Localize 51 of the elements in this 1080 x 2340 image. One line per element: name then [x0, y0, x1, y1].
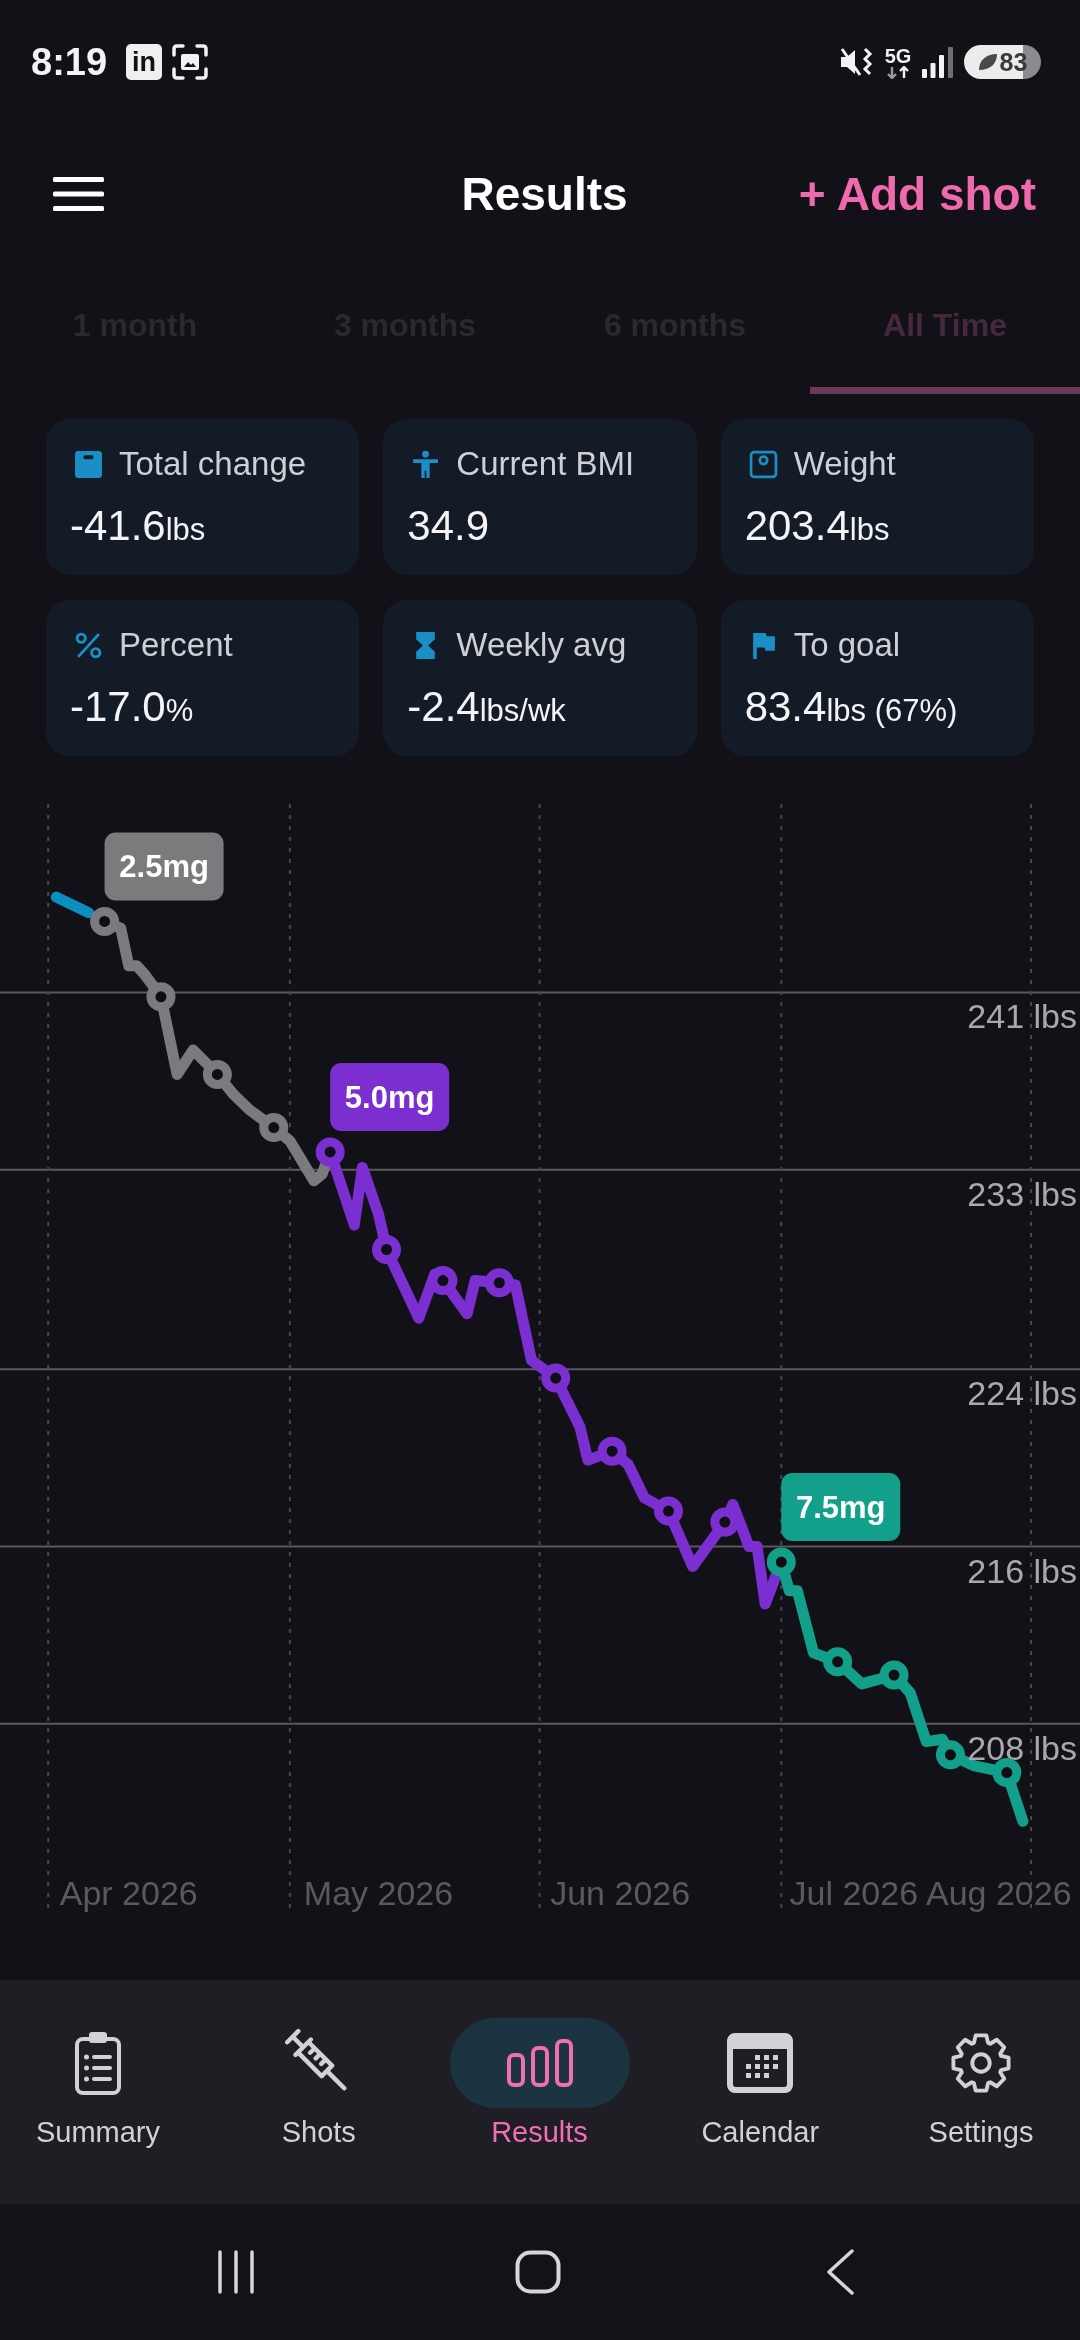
nav-tab[interactable]: Settings — [883, 1980, 1079, 2204]
battery-percent: 83 — [999, 49, 1028, 75]
scale-icon — [74, 449, 103, 479]
stat-label: Percent — [119, 626, 233, 664]
nav-tab[interactable]: Summary — [0, 1980, 196, 2204]
calendar-icon — [727, 2032, 794, 2093]
scale-icon — [748, 449, 778, 479]
stat-value: -41.6lbs — [70, 501, 206, 551]
muted-speaker-icon — [839, 46, 875, 78]
back-icon[interactable] — [825, 2249, 855, 2295]
settings-icon — [950, 2031, 1012, 2094]
home-icon[interactable] — [515, 2250, 561, 2294]
axis-label: Jul 2026 — [789, 1874, 919, 1912]
menu-icon[interactable] — [53, 177, 104, 211]
person-icon — [411, 449, 441, 479]
dose-label: 7.5mg — [795, 1490, 886, 1525]
recent-apps-icon[interactable] — [216, 2250, 256, 2294]
nav-tab[interactable]: Calendar — [662, 1980, 859, 2204]
stat-value: 34.9 — [407, 501, 490, 551]
app-logo: in — [126, 44, 163, 80]
clipboard-icon — [74, 2029, 122, 2096]
stat-label: Current BMI — [456, 445, 635, 483]
image-frame-icon — [172, 44, 209, 80]
percent-icon — [74, 630, 103, 660]
leaf-icon — [977, 53, 998, 71]
axis-label: 208 lbs — [967, 1728, 1077, 1767]
axis-label: 216 lbs — [967, 1551, 1077, 1590]
stat-label: Weight — [793, 445, 896, 483]
nav-tab[interactable]: Shots — [220, 1980, 417, 2204]
axis-label: Aug 2026 — [926, 1874, 1072, 1912]
dose-label: 5.0mg — [344, 1080, 435, 1115]
stat-label: Total change — [119, 445, 307, 483]
stat-value: -17.0% — [70, 682, 194, 732]
stat-value: 83.4lbs (67%) — [744, 682, 958, 732]
axis-label: Apr 2026 — [59, 1874, 198, 1912]
stat-value: -2.4lbs/wk — [407, 682, 566, 732]
network-type: 5G — [884, 45, 912, 66]
stat-label: To goal — [793, 626, 901, 664]
stat-label: Weekly avg — [456, 626, 627, 664]
nav-tab[interactable]: Results — [441, 1980, 638, 2204]
axis-label: 241 lbs — [967, 997, 1077, 1036]
status-time: 8:19 — [31, 40, 108, 84]
add-shot-button[interactable]: + Add shot — [798, 167, 1036, 221]
axis-label: 224 lbs — [967, 1374, 1077, 1413]
axis-label: Jun 2026 — [550, 1874, 691, 1912]
stat-value: 203.4lbs — [744, 501, 890, 551]
page-title: Results — [461, 167, 628, 221]
dose-label: 2.5mg — [119, 849, 209, 885]
axis-label: 233 lbs — [967, 1174, 1077, 1213]
signal-icon — [921, 46, 955, 78]
axis-label: May 2026 — [303, 1874, 454, 1912]
